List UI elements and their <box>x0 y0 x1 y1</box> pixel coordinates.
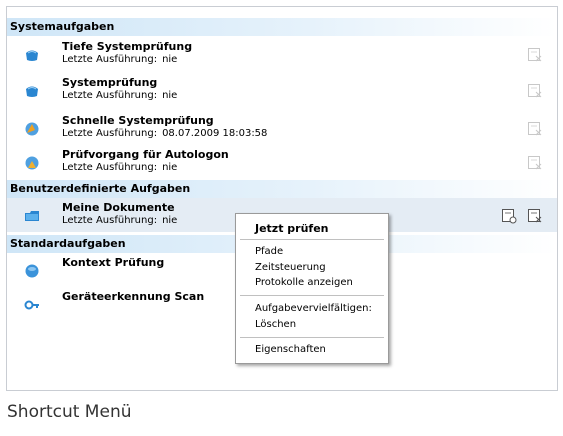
last-run-value: nie <box>162 90 178 101</box>
schedule-run-icon[interactable] <box>527 208 543 224</box>
task-system-scan[interactable]: Systemprüfung Letzte Ausführung: nie <box>7 73 557 107</box>
schedule-disabled-icon <box>528 122 542 136</box>
menu-separator <box>240 295 384 296</box>
system-scan-icon <box>26 86 38 97</box>
menu-item-scan-now[interactable]: Jetzt prüfen <box>255 222 329 235</box>
task-name: Prüfvorgang für Autologon <box>62 148 229 161</box>
folder-scan-icon <box>25 211 39 221</box>
menu-item-properties[interactable]: Eigenschaften <box>255 344 326 355</box>
task-autologon-scan[interactable]: Prüfvorgang für Autologon Letzte Ausführ… <box>7 145 557 179</box>
section-header-custom-tasks: Benutzerdefinierte Aufgaben <box>7 180 557 198</box>
last-run-value: 08.07.2009 18:03:58 <box>162 128 268 139</box>
context-menu: Jetzt prüfen Pfade Zeitsteuerung Protoko… <box>235 213 389 364</box>
last-run-label: Letzte Ausführung: <box>62 128 158 139</box>
deep-scan-icon <box>26 50 38 61</box>
quick-scan-icon <box>25 122 39 136</box>
task-name: Meine Dokumente <box>62 201 175 214</box>
caption: Shortcut Menü <box>7 402 132 422</box>
schedule-edit-icon[interactable] <box>501 208 517 224</box>
task-quick-scan[interactable]: Schnelle Systemprüfung Letzte Ausführung… <box>7 111 557 145</box>
device-scan-icon <box>24 300 39 310</box>
task-name: Schnelle Systemprüfung <box>62 114 214 127</box>
last-run-value: nie <box>162 215 178 226</box>
schedule-disabled-icon <box>528 48 542 62</box>
menu-separator <box>240 337 384 338</box>
schedule-disabled-icon <box>528 84 542 98</box>
last-run-value: nie <box>162 54 178 65</box>
menu-item-show-logs[interactable]: Protokolle anzeigen <box>255 277 353 288</box>
task-name: Geräteerkennung Scan <box>62 290 205 303</box>
task-name: Kontext Prüfung <box>62 256 165 269</box>
context-scan-icon <box>25 264 39 278</box>
last-run-label: Letzte Ausführung: <box>62 162 158 173</box>
menu-item-duplicate-task[interactable]: Aufgabevervielfältigen: <box>255 303 372 314</box>
task-name: Tiefe Systemprüfung <box>62 40 193 53</box>
last-run-label: Letzte Ausführung: <box>62 54 158 65</box>
schedule-disabled-icon <box>528 156 542 170</box>
last-run-label: Letzte Ausführung: <box>62 90 158 101</box>
task-deep-scan[interactable]: Tiefe Systemprüfung Letzte Ausführung: ni… <box>7 37 557 71</box>
task-name: Systemprüfung <box>62 76 158 89</box>
menu-separator <box>240 239 384 240</box>
last-run-label: Letzte Ausführung: <box>62 215 158 226</box>
last-run-value: nie <box>162 162 178 173</box>
menu-item-delete[interactable]: Löschen <box>255 319 296 330</box>
section-header-system-tasks: Systemaufgaben <box>7 18 557 36</box>
menu-item-schedule[interactable]: Zeitsteuerung <box>255 262 326 273</box>
menu-item-paths[interactable]: Pfade <box>255 246 283 257</box>
autologon-scan-icon <box>25 156 39 170</box>
